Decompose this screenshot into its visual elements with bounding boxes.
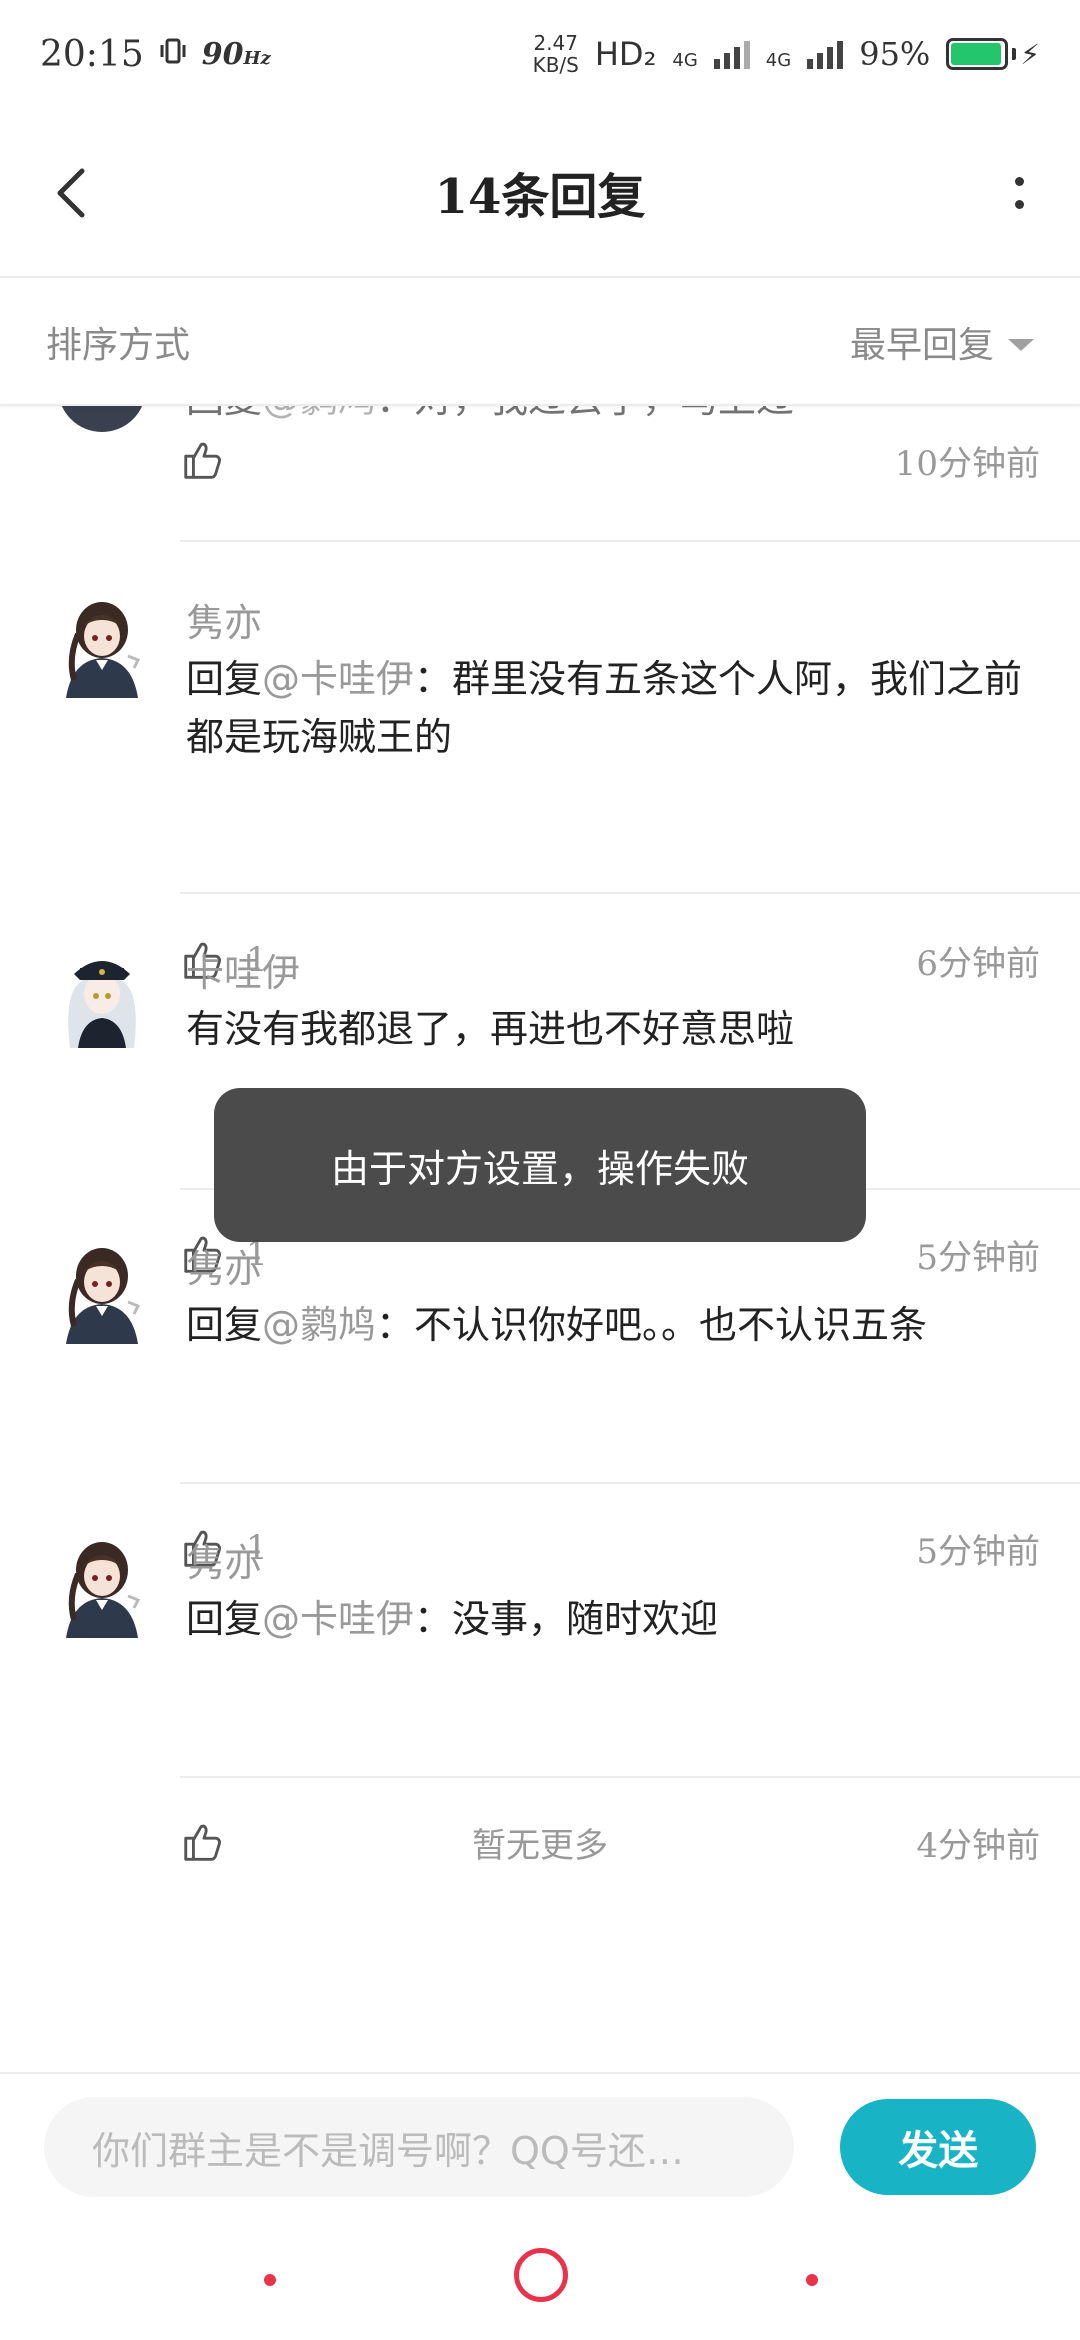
send-button[interactable]: 发送: [840, 2099, 1036, 2195]
mention-link[interactable]: @卡哇伊: [262, 1597, 414, 1641]
refresh-rate: 90Hz: [201, 36, 271, 72]
status-bar: 20:15 90Hz 2.47 KB/S HD₂ 4G 4G 95% ⚡: [0, 0, 1080, 108]
reply-username[interactable]: 隽亦: [186, 1532, 262, 1587]
page-title: 14条回复: [434, 169, 646, 225]
reply-username[interactable]: 卡哇伊: [186, 942, 300, 997]
network-speed: 2.47 KB/S: [532, 31, 579, 77]
more-options-button[interactable]: [1004, 163, 1034, 223]
avatar[interactable]: [56, 1240, 148, 1344]
reply-input-bar: 你们群主是不是调号啊？QQ号还… 发送: [0, 2072, 1080, 2220]
chevron-left-icon: [57, 168, 85, 218]
reply-input[interactable]: 你们群主是不是调号啊？QQ号还…: [44, 2097, 795, 2197]
nav-home-button[interactable]: [514, 2248, 568, 2302]
list-item: 隽亦 回复@卡哇伊：没事，随时欢迎: [0, 1482, 1080, 1678]
reply-content: 回复@鹲鸠：不认识你好吧。。也不认识五条: [186, 1303, 928, 1347]
reply-username[interactable]: 隽亦: [186, 1238, 262, 1293]
network-type-2: 4G: [765, 50, 792, 71]
charging-icon: ⚡: [1020, 37, 1040, 71]
back-button[interactable]: [40, 163, 100, 223]
avatar[interactable]: [56, 1534, 148, 1638]
sort-dropdown[interactable]: 最早回复: [850, 316, 1034, 368]
nav-back-button[interactable]: [806, 2274, 818, 2286]
battery-icon: ⚡: [946, 38, 1040, 71]
list-item: 卡哇伊 有没有我都退了，再进也不好意思啦: [0, 892, 1080, 1088]
dropdown-arrow-icon: [1008, 339, 1034, 351]
hd-indicator: HD₂: [594, 35, 657, 73]
reply-content: 有没有我都退了，再进也不好意思啦: [186, 1007, 795, 1051]
reply-content: 回复@卡哇伊：没事，随时欢迎: [186, 1597, 719, 1641]
sort-label: 排序方式: [46, 325, 191, 366]
vibrate-icon: [158, 34, 188, 75]
network-type-1: 4G: [672, 50, 698, 71]
sort-selected-value: 最早回复: [849, 325, 994, 366]
app-header: 14条回复: [0, 108, 1080, 278]
system-nav-bar: [0, 2220, 1080, 2340]
divider: [180, 1776, 1080, 1778]
avatar[interactable]: [56, 944, 148, 1048]
list-item: 隽亦 回复@卡哇伊：群里没有五条这个人阿，我们之前都是玩海贼王的: [0, 542, 1080, 778]
status-time: 20:15: [40, 33, 144, 75]
reply-actions: [180, 664, 1040, 724]
signal-icon: [807, 39, 844, 69]
no-more-text: 暂无更多: [472, 1826, 608, 1866]
list-item: 回复@鹲鸠：对，我过去了，马上过 10分钟前: [0, 406, 1080, 542]
thumbs-up-icon[interactable]: [180, 437, 226, 483]
nav-menu-button[interactable]: [264, 2274, 276, 2286]
reply-time: 10分钟前: [894, 443, 1040, 484]
sort-bar: 排序方式 最早回复: [0, 280, 1080, 406]
signal-icon: [713, 39, 750, 69]
reply-actions: 10分钟前: [180, 430, 1040, 490]
toast-message: 由于对方设置，操作失败: [214, 1088, 866, 1242]
battery-fill: [951, 43, 1001, 65]
reply-username[interactable]: 隽亦: [186, 592, 262, 647]
reply-content: 回复@鹲鸠：对，我过去了，马上过: [186, 406, 794, 423]
avatar[interactable]: [56, 406, 148, 440]
mention-link[interactable]: @鹲鸠: [262, 1303, 376, 1347]
avatar[interactable]: [56, 594, 148, 698]
battery-percent: 95%: [859, 35, 931, 73]
